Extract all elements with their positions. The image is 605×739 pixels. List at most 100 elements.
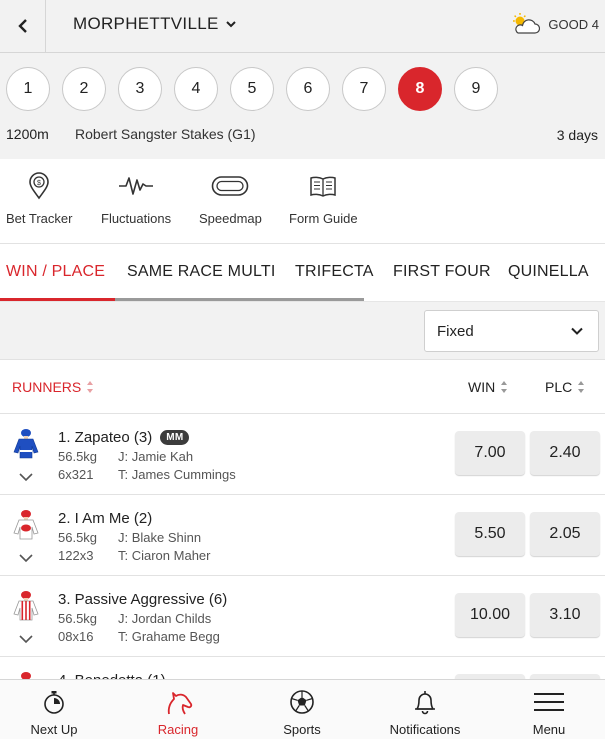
runner-weight: 56.5kg [58,449,98,464]
runner-trainer: T: James Cummings [118,467,236,482]
price-type-bar: Fixed [0,302,605,360]
race-pill-9[interactable]: 9 [454,67,498,111]
track-condition: GOOD 4 [548,16,599,32]
sort-plc-button[interactable]: PLC [545,379,585,395]
chevron-down-icon [225,21,236,28]
runner-name-text: 1. Zapateo (3) [58,429,153,446]
svg-text:$: $ [37,180,41,187]
nav-next-up[interactable]: Next Up [0,688,109,737]
back-button[interactable] [0,0,46,52]
partly-cloudy-icon [513,13,541,34]
race-pill-1[interactable]: 1 [6,67,50,111]
runner-row[interactable]: 2. I Am Me (2) 56.5kg J: Blake Shinn 122… [0,495,605,576]
sort-icon [501,381,508,393]
race-pill-2[interactable]: 2 [62,67,106,111]
venue-selector[interactable]: MORPHETTVILLE [73,14,237,34]
win-odds-button[interactable]: 7.00 [455,431,525,475]
win-column-label: WIN [468,379,496,395]
place-odds-button[interactable]: 2.40 [530,431,600,475]
sort-runners-button[interactable]: RUNNERS [12,379,94,395]
bet-tracker-icon: $ [29,172,50,200]
runner-details-line-2: 122x3 T: Ciaron Maher [58,548,210,563]
runner-name: 2. I Am Me (2) [58,510,152,527]
price-type-dropdown[interactable]: Fixed [424,310,599,352]
nav-menu[interactable]: Menu [494,688,604,737]
place-odds-button[interactable]: 2.05 [530,512,600,556]
runner-details-line-2: 08x16 T: Grahame Begg [58,629,220,644]
runner-details-line-1: 56.5kg J: Jordan Childs [58,611,211,626]
tab-same-race-multi[interactable]: SAME RACE MULTI [127,263,276,281]
nav-notifications[interactable]: Notifications [370,688,480,737]
speedmap-icon [212,176,249,196]
horse-head-icon [167,692,193,715]
plc-column-label: PLC [545,379,573,395]
race-number-list: 1 2 3 4 5 6 7 8 9 [6,67,498,111]
tab-trifecta[interactable]: TRIFECTA [295,263,374,281]
form-guide-button[interactable]: Form Guide [289,171,358,226]
runner-weight: 56.5kg [58,611,98,626]
speedmap-button[interactable]: Speedmap [199,171,262,226]
bet-tracker-button[interactable]: $ Bet Tracker [6,171,72,226]
venue-name: MORPHETTVILLE [73,14,219,33]
race-pill-7[interactable]: 7 [342,67,386,111]
speedmap-label: Speedmap [199,211,262,226]
runner-trainer: T: Grahame Begg [118,629,220,644]
fluctuations-label: Fluctuations [101,211,172,226]
runner-name: 1. Zapateo (3) MM [58,429,190,446]
runner-jockey: J: Blake Shinn [118,530,202,545]
chevron-left-icon [17,19,27,33]
runner-name: 3. Passive Aggressive (6) [58,591,227,608]
race-pill-3[interactable]: 3 [118,67,162,111]
jockey-silks-icon [13,591,39,621]
nav-sports-label: Sports [283,722,321,737]
nav-sports[interactable]: Sports [247,688,357,737]
sort-icon [87,381,94,393]
runner-form: 6x321 [58,467,94,482]
runner-details-line-1: 56.5kg J: Jamie Kah [58,449,193,464]
nav-menu-label: Menu [532,722,566,737]
place-odds-button[interactable]: 3.10 [530,593,600,637]
jockey-silks-icon [13,510,39,540]
fluctuations-button[interactable]: Fluctuations [101,171,171,226]
form-guide-icon [310,176,337,197]
bet-tracker-label: Bet Tracker [6,211,73,226]
runner-jockey: J: Jordan Childs [118,611,212,626]
soccer-ball-icon [290,690,314,714]
hamburger-menu-icon [534,693,564,711]
race-pill-6[interactable]: 6 [286,67,330,111]
nav-racing[interactable]: Racing [123,688,233,737]
nav-next-up-label: Next Up [30,722,78,737]
race-pill-5[interactable]: 5 [230,67,274,111]
expand-chevron-icon[interactable] [18,634,34,644]
bet-type-tabs: WIN / PLACE SAME RACE MULTI TRIFECTA FIR… [0,244,605,302]
bell-icon [415,691,435,715]
race-pill-8-selected[interactable]: 8 [398,67,442,111]
runner-row[interactable]: 3. Passive Aggressive (6) 56.5kg J: Jord… [0,576,605,657]
runner-trainer: T: Ciaron Maher [118,548,211,563]
runner-jockey: J: Jamie Kah [118,449,194,464]
sort-win-button[interactable]: WIN [468,379,508,395]
win-odds-button[interactable]: 10.00 [455,593,525,637]
runner-row[interactable]: 1. Zapateo (3) MM 56.5kg J: Jamie Kah 6x… [0,414,605,495]
runner-form: 08x16 [58,629,94,644]
runner-name-text: 3. Passive Aggressive (6) [58,591,228,608]
tab-win-place[interactable]: WIN / PLACE [6,263,105,281]
runner-name-text: 2. I Am Me (2) [58,510,153,527]
win-odds-button[interactable]: 5.50 [455,512,525,556]
race-distance: 1200m [6,126,49,142]
nav-racing-label: Racing [157,722,199,737]
expand-chevron-icon[interactable] [18,553,34,563]
tab-first-four[interactable]: FIRST FOUR [393,263,491,281]
race-pill-4[interactable]: 4 [174,67,218,111]
jockey-silks-icon [13,429,39,459]
race-selector-panel: 1 2 3 4 5 6 7 8 9 1200m Robert Sangster … [0,53,605,159]
form-guide-label: Form Guide [289,211,358,226]
tabs-active-indicator [0,298,115,301]
tab-quinella[interactable]: QUINELLA [508,263,589,281]
runner-weight: 56.5kg [58,530,98,545]
race-tools: $ Bet Tracker Fluctuations Speedmap Form… [0,159,605,244]
bottom-navigation: Next Up Racing Sports Notifications Menu [0,679,605,739]
runner-details-line-2: 6x321 T: James Cummings [58,467,236,482]
race-title: Robert Sangster Stakes (G1) [75,126,256,142]
expand-chevron-icon[interactable] [18,472,34,482]
